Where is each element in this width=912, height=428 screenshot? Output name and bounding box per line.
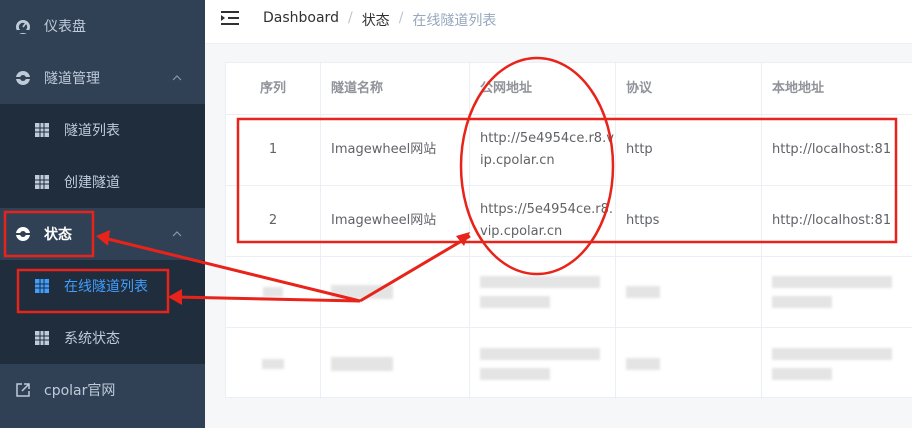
url-line: ip.cpolar.cn (480, 153, 555, 168)
top-navbar: Dashboard / 状态 / 在线隧道列表 (205, 0, 912, 44)
sidebar: 仪表盘 隧道管理 隧道列表 创建隧道 状态 在线隧道列表 系统状态 cpolar… (0, 0, 205, 428)
sidebar-item-label: 隧道列表 (64, 123, 120, 139)
sidebar-item-cpolar-site[interactable]: cpolar官网 (0, 364, 205, 416)
blurred-cell (321, 257, 470, 327)
table-header-row: 序列 隧道名称 公网地址 协议 本地地址 (226, 63, 912, 115)
hamburger-icon[interactable] (221, 10, 239, 26)
grid-icon (35, 123, 49, 137)
grid-icon (35, 175, 49, 189)
cell-name: Imagewheel网站 (321, 186, 470, 256)
cell-index: 2 (226, 186, 321, 256)
column-header-name: 隧道名称 (321, 63, 470, 114)
chevron-up-icon (172, 75, 182, 81)
blurred-cell (470, 257, 616, 327)
blurred-cell (470, 328, 616, 399)
breadcrumb-separator: / (347, 10, 353, 26)
sidebar-item-label: 系统状态 (64, 331, 120, 347)
status-icon (16, 227, 30, 241)
sidebar-item-status[interactable]: 状态 (0, 208, 205, 260)
main-content: 序列 隧道名称 公网地址 协议 本地地址 1 Imagewheel网站 http… (205, 44, 912, 428)
url-line: http://5e4954ce.r8.v (480, 131, 614, 146)
cell-index: 1 (226, 115, 321, 185)
breadcrumb: Dashboard / 状态 / 在线隧道列表 (263, 10, 496, 30)
cell-public-url[interactable]: http://5e4954ce.r8.v ip.cpolar.cn (470, 115, 616, 185)
cell-name: Imagewheel网站 (321, 115, 470, 185)
sidebar-item-label: 仪表盘 (44, 19, 86, 35)
external-link-icon (16, 383, 30, 397)
sidebar-item-create-tunnel[interactable]: 创建隧道 (0, 156, 205, 208)
tunnel-manage-icon (16, 71, 30, 85)
table-row-blurred (226, 328, 912, 399)
column-header-local-address: 本地地址 (772, 80, 825, 96)
cell-local-address: http://localhost:81 (772, 213, 892, 228)
breadcrumb-item-status[interactable]: 状态 (362, 10, 390, 30)
breadcrumb-separator: / (398, 10, 404, 26)
tunnel-table: 序列 隧道名称 公网地址 协议 本地地址 1 Imagewheel网站 http… (225, 62, 912, 399)
table-row: 1 Imagewheel网站 http://5e4954ce.r8.v ip.c… (226, 115, 912, 186)
blurred-cell (762, 257, 912, 327)
table-row-blurred (226, 257, 912, 328)
blurred-cell (616, 257, 762, 327)
blurred-cell (321, 328, 470, 399)
column-header-public-url: 公网地址 (470, 63, 616, 114)
cell-protocol: https (616, 186, 762, 256)
cell-protocol: http (616, 115, 762, 185)
url-line: https://5e4954ce.r8. (480, 202, 613, 217)
sidebar-item-system-status[interactable]: 系统状态 (0, 312, 205, 364)
cell-local-address: http://localhost:81 (772, 142, 892, 157)
sidebar-item-tunnel-manage[interactable]: 隧道管理 (0, 52, 205, 104)
sidebar-item-label: 状态 (44, 227, 72, 243)
blurred-cell (762, 328, 912, 399)
grid-icon (35, 331, 49, 345)
sidebar-item-online-tunnels[interactable]: 在线隧道列表 (0, 260, 205, 312)
breadcrumb-item-dashboard[interactable]: Dashboard (263, 10, 339, 30)
sidebar-item-dashboard[interactable]: 仪表盘 (0, 0, 205, 52)
sidebar-item-label: 创建隧道 (64, 175, 120, 191)
blurred-cell (226, 328, 321, 399)
blurred-cell (226, 257, 321, 327)
column-header-index: 序列 (226, 63, 321, 114)
table-row: 2 Imagewheel网站 https://5e4954ce.r8. vip.… (226, 186, 912, 257)
sidebar-item-label: cpolar官网 (44, 383, 116, 399)
dashboard-icon (16, 20, 30, 34)
chevron-up-icon (172, 231, 182, 237)
url-line: vip.cpolar.cn (480, 224, 563, 239)
sidebar-item-tunnel-list[interactable]: 隧道列表 (0, 104, 205, 156)
sidebar-item-label: 在线隧道列表 (64, 279, 148, 295)
breadcrumb-item-current: 在线隧道列表 (412, 13, 497, 29)
cell-public-url[interactable]: https://5e4954ce.r8. vip.cpolar.cn (470, 186, 616, 256)
grid-icon (35, 279, 49, 293)
column-header-protocol: 协议 (616, 63, 762, 114)
sidebar-item-label: 隧道管理 (44, 71, 100, 87)
blurred-cell (616, 328, 762, 399)
